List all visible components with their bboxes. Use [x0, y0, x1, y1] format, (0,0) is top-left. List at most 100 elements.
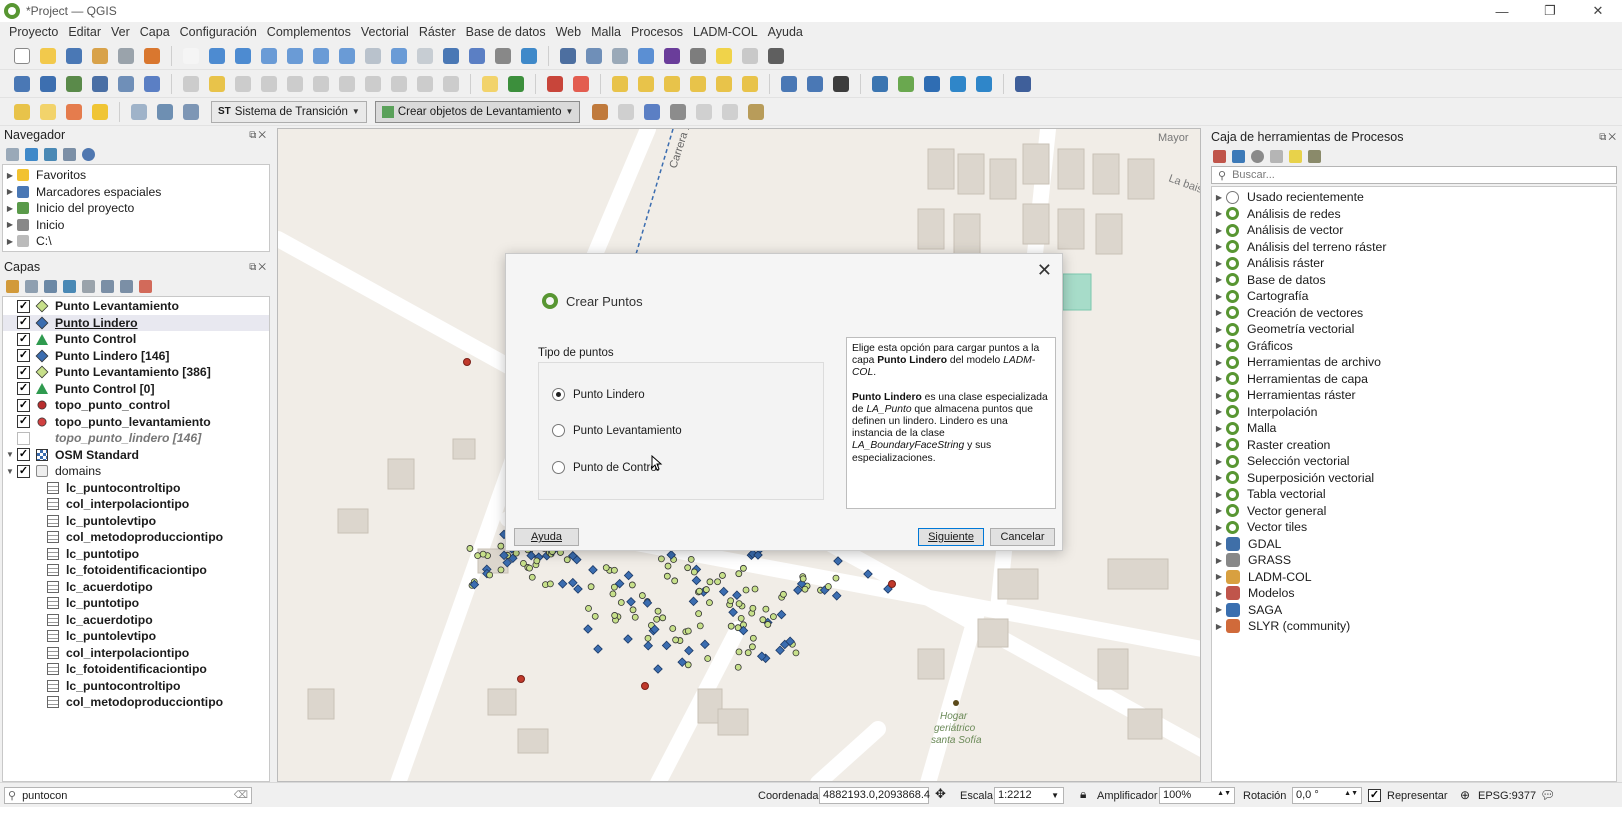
processing-group-item[interactable]: ▶ Usado recientemente	[1212, 189, 1616, 206]
layer-item[interactable]: col_metodoproducciontipo	[3, 694, 269, 711]
add-selected-icon[interactable]	[6, 147, 19, 161]
crs-globe-icon[interactable]: ⊕	[1460, 788, 1470, 802]
layer-item[interactable]: Punto Levantamiento	[3, 298, 269, 315]
menu-ladm-col[interactable]: LADM-COL	[688, 25, 763, 39]
processing-group-item[interactable]: ▶ GRASS	[1212, 552, 1616, 569]
menu-base-de-datos[interactable]: Base de datos	[461, 25, 551, 39]
menu-editar[interactable]: Editar	[63, 25, 106, 39]
expand-arrow-icon[interactable]: ▶	[1212, 572, 1226, 581]
layer-item[interactable]: lc_puntocontroltipo	[3, 678, 269, 695]
layer-item[interactable]: ▼domains	[3, 463, 269, 480]
processing-group-item[interactable]: ▶ Análisis de redes	[1212, 206, 1616, 223]
processing-group-item[interactable]: ▶ Gráficos	[1212, 338, 1616, 355]
globe2-icon[interactable]	[972, 73, 996, 95]
open-project-icon[interactable]	[36, 45, 60, 67]
pan-to-selection-icon[interactable]	[205, 45, 229, 67]
processing-group-item[interactable]: ▶ GDAL	[1212, 536, 1616, 553]
label-pin-icon[interactable]	[504, 73, 528, 95]
refresh-icon[interactable]	[25, 147, 38, 161]
node-tool-icon[interactable]	[640, 101, 664, 123]
transition-system-combo[interactable]: ST Sistema de Transición ▼	[211, 100, 367, 123]
zoom-last-icon[interactable]	[387, 45, 411, 67]
layer-item[interactable]: Punto Levantamiento [386]	[3, 364, 269, 381]
next-button[interactable]: Siguiente	[918, 528, 984, 546]
cancel-button[interactable]: Cancelar	[990, 528, 1055, 546]
layer-visibility-checkbox[interactable]	[17, 332, 30, 346]
expand-arrow-icon[interactable]: ▶	[1212, 341, 1226, 350]
layer-visibility-checkbox[interactable]	[17, 448, 30, 462]
expand-arrow-icon[interactable]: ▶	[3, 187, 17, 196]
pan-icon[interactable]	[179, 45, 203, 67]
radio-punto-levantamiento[interactable]: Punto Levantamiento	[552, 424, 682, 437]
close-window-button[interactable]: ✕	[1574, 0, 1622, 22]
layer-item[interactable]: lc_acuerdotipo	[3, 612, 269, 629]
layer-item[interactable]: lc_puntotipo	[3, 595, 269, 612]
add-wms-icon[interactable]	[114, 73, 138, 95]
label-change-icon[interactable]	[686, 73, 710, 95]
expand-arrow-icon[interactable]: ▶	[1212, 193, 1226, 202]
processing-group-item[interactable]: ▶ Malla	[1212, 420, 1616, 437]
identify-icon[interactable]	[556, 45, 580, 67]
plugin2-icon[interactable]	[803, 73, 827, 95]
zoom-selection-icon[interactable]	[309, 45, 333, 67]
expand-arrow-icon[interactable]: ▼	[3, 450, 17, 459]
select-icon[interactable]	[10, 101, 34, 123]
radio-punto-lindero[interactable]: Punto Lindero	[552, 388, 645, 401]
menu-capa[interactable]: Capa	[135, 25, 175, 39]
processing-group-item[interactable]: ▶ Tabla vectorial	[1212, 486, 1616, 503]
attribute-table-icon[interactable]	[582, 45, 606, 67]
expand-arrow-icon[interactable]: ▶	[1212, 308, 1226, 317]
add-group-icon[interactable]	[25, 279, 38, 293]
annotation-icon[interactable]	[712, 45, 736, 67]
wrench-icon[interactable]	[744, 101, 768, 123]
add-spatialite-icon[interactable]	[88, 73, 112, 95]
layer-visibility-checkbox[interactable]	[17, 349, 30, 363]
panel-float-close-icon[interactable]: ⧉✕	[249, 262, 268, 273]
layer-item[interactable]: topo_punto_control	[3, 397, 269, 414]
results-icon[interactable]	[1270, 149, 1283, 163]
panel-float-close-icon[interactable]: ⧉✕	[1599, 132, 1618, 143]
layer-item[interactable]: lc_puntotipo	[3, 546, 269, 563]
processing-group-item[interactable]: ▶ Vector general	[1212, 503, 1616, 520]
layer-item[interactable]: col_metodoproducciontipo	[3, 529, 269, 546]
layer-item[interactable]: ▼OSM Standard	[3, 447, 269, 464]
expand-arrow-icon[interactable]: ▶	[1212, 490, 1226, 499]
expand-arrow-icon[interactable]: ▶	[1212, 325, 1226, 334]
navigator-item[interactable]: ▶ Inicio	[3, 217, 269, 234]
menu-complementos[interactable]: Complementos	[262, 25, 356, 39]
navigator-item[interactable]: ▶ Inicio del proyecto	[3, 200, 269, 217]
expand-arrow-icon[interactable]: ▶	[1212, 589, 1226, 598]
layer-item[interactable]: lc_puntolevtipo	[3, 513, 269, 530]
sum-icon[interactable]	[660, 45, 684, 67]
layer-item[interactable]: col_interpolaciontipo	[3, 496, 269, 513]
help-button[interactable]: Ayuda	[514, 528, 579, 546]
temporal-icon[interactable]	[491, 45, 515, 67]
add-vector-icon[interactable]	[62, 73, 86, 95]
label-show-icon[interactable]	[608, 73, 632, 95]
undo-ladm-icon[interactable]	[920, 73, 944, 95]
options-wrench-icon[interactable]	[1308, 149, 1321, 163]
expand-all-icon[interactable]	[101, 279, 114, 293]
create-survey-objects-combo[interactable]: Crear objetos de Levantamiento ▼	[374, 100, 581, 123]
menu-proyecto[interactable]: Proyecto	[4, 25, 63, 39]
processing-group-item[interactable]: ▶ Cartografía	[1212, 288, 1616, 305]
label-highlight-icon[interactable]	[543, 73, 567, 95]
processing-group-item[interactable]: ▶ Análisis ráster	[1212, 255, 1616, 272]
zoom-full-icon[interactable]	[283, 45, 307, 67]
layer-item[interactable]: lc_fotoidentificaciontipo	[3, 661, 269, 678]
settings-icon[interactable]	[634, 45, 658, 67]
processing-group-item[interactable]: ▶ Creación de vectores	[1212, 305, 1616, 322]
crs-label[interactable]: EPSG:9377	[1478, 790, 1536, 802]
layer-item[interactable]: Punto Control [0]	[3, 381, 269, 398]
undo-icon[interactable]	[413, 73, 437, 95]
menu-web[interactable]: Web	[551, 25, 586, 39]
render-checkbox[interactable]	[1368, 789, 1381, 802]
vertex-tool-icon[interactable]	[283, 73, 307, 95]
style-brush-icon[interactable]	[6, 279, 19, 293]
expand-arrow-icon[interactable]: ▶	[1212, 440, 1226, 449]
db-manager-icon[interactable]	[10, 73, 34, 95]
expand-arrow-icon[interactable]: ▶	[1212, 391, 1226, 400]
models-icon[interactable]	[1213, 149, 1226, 163]
expand-arrow-icon[interactable]: ▼	[3, 467, 17, 476]
label-move-icon[interactable]	[634, 73, 658, 95]
